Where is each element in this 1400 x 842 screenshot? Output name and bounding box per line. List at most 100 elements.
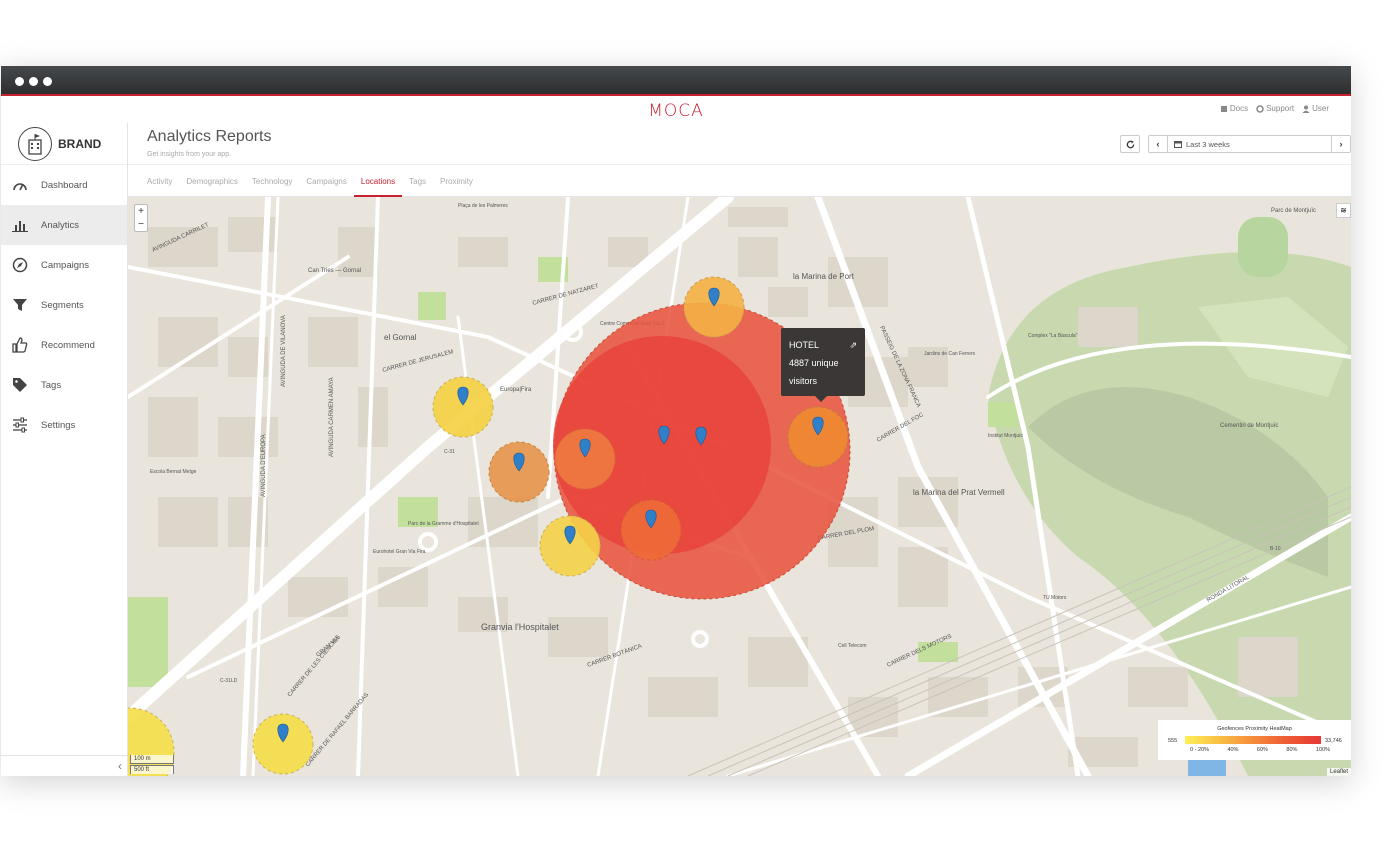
svg-text:CARRER DE LES CIÈNCIES: CARRER DE LES CIÈNCIES: [286, 634, 342, 699]
geofence-tooltip: HOTEL ⇗ 4887 unique visitors: [781, 328, 865, 402]
legend-tick: 100%: [1315, 747, 1330, 753]
tooltip-visitors-unit: visitors: [789, 376, 818, 386]
roundabout: [691, 630, 709, 648]
date-prev-button[interactable]: ‹: [1149, 136, 1168, 152]
filter-icon: [11, 296, 29, 314]
brand[interactable]: BRAND: [1, 123, 127, 165]
park-area: [1238, 217, 1288, 277]
sidebar-item-label: Campaigns: [41, 259, 90, 271]
page-header: Analytics Reports Get insights from your…: [128, 123, 1351, 165]
sidebar-collapse-button[interactable]: ‹: [1, 755, 128, 776]
svg-text:Cell Telecom: Cell Telecom: [838, 643, 867, 649]
sliders-icon: [11, 416, 29, 434]
sidebar-item-dashboard[interactable]: Dashboard: [1, 165, 127, 205]
legend-tick: 40%: [1227, 747, 1239, 753]
window-dot[interactable]: [43, 77, 52, 86]
sidebar-item-label: Dashboard: [41, 179, 88, 191]
sidebar-item-campaigns[interactable]: Campaigns: [1, 245, 127, 285]
legend-ticks: 0 - 20% 40% 60% 80% 100%: [1190, 747, 1330, 753]
tab-locations[interactable]: Locations: [353, 165, 403, 197]
moca-logo[interactable]: MOCA: [1, 101, 1351, 121]
legend-title: Geofences Proximity HeatMap: [1217, 726, 1292, 732]
tab-technology[interactable]: Technology: [245, 165, 299, 197]
sidebar: BRAND Dashboard Analytics Campaigns Segm…: [1, 123, 128, 776]
zoom-control: + −: [134, 204, 148, 232]
svg-text:AVINGUDA DE VILANOVA: AVINGUDA DE VILANOVA: [281, 315, 287, 387]
svg-text:AVINGUDA D'EUROPA: AVINGUDA D'EUROPA: [261, 434, 267, 497]
park-area: [988, 402, 1018, 427]
geofence-circle[interactable]: [554, 428, 616, 490]
zoom-out-button[interactable]: −: [135, 218, 147, 231]
refresh-icon: [1126, 139, 1134, 148]
legend-gradient: [1185, 736, 1321, 744]
heatmap-legend: Geofences Proximity HeatMap 555 33,746 0…: [1158, 720, 1351, 760]
geofence-circle[interactable]: [432, 376, 494, 438]
tab-proximity[interactable]: Proximity: [433, 165, 480, 197]
user-link[interactable]: User: [1302, 104, 1329, 113]
svg-text:Can Tries — Gornal: Can Tries — Gornal: [308, 268, 361, 274]
zoom-in-button[interactable]: +: [135, 205, 147, 218]
svg-text:TU Motors: TU Motors: [1043, 595, 1067, 601]
geofence-circle[interactable]: [787, 406, 849, 468]
svg-text:Cementiri de Montjuïc: Cementiri de Montjuïc: [1220, 423, 1278, 429]
external-link-icon[interactable]: ⇗: [849, 336, 857, 354]
geofence-circle[interactable]: [539, 515, 601, 577]
sidebar-item-tags[interactable]: Tags: [1, 365, 127, 405]
window-titlebar: [1, 66, 1351, 96]
tab-activity[interactable]: Activity: [140, 165, 179, 197]
legend-min: 555: [1168, 738, 1178, 744]
chevron-right-icon: ›: [1339, 139, 1343, 149]
compass-icon: [11, 256, 29, 274]
support-link[interactable]: Support: [1256, 104, 1294, 113]
svg-text:Parc de Montjuïc: Parc de Montjuïc: [1271, 208, 1316, 214]
layers-button[interactable]: ≋: [1336, 203, 1351, 218]
window-dot[interactable]: [15, 77, 24, 86]
sidebar-item-settings[interactable]: Settings: [1, 405, 127, 445]
speedometer-icon: [11, 176, 29, 194]
date-range-field[interactable]: Last 3 weeks: [1168, 136, 1331, 152]
date-range-label: Last 3 weeks: [1186, 139, 1230, 149]
thumbs-up-icon: [11, 336, 29, 354]
svg-text:C-31LD: C-31LD: [220, 678, 238, 684]
map-scale: 100 m 500 ft: [130, 754, 174, 774]
top-bar: MOCA Docs Support User: [1, 98, 1351, 123]
svg-text:la Marina de Port: la Marina de Port: [793, 272, 855, 281]
legend-tick: 80%: [1286, 747, 1298, 753]
sidebar-item-label: Segments: [41, 299, 84, 311]
svg-text:CARRER DE JERUSALEM: CARRER DE JERUSALEM: [382, 349, 454, 374]
sidebar-item-segments[interactable]: Segments: [1, 285, 127, 325]
geofence-circle[interactable]: [252, 713, 314, 775]
window-dot[interactable]: [29, 77, 38, 86]
geofence-circle[interactable]: [683, 276, 745, 338]
report-tabs: Activity Demographics Technology Campaig…: [128, 165, 1351, 197]
lifebuoy-icon: [1256, 104, 1264, 113]
date-range-picker[interactable]: ‹ Last 3 weeks ›: [1148, 135, 1351, 153]
browser-window: MOCA Docs Support User BRAND Dashboard A…: [1, 66, 1351, 776]
tooltip-visitors: 4887 unique: [789, 358, 839, 368]
docs-link[interactable]: Docs: [1220, 104, 1248, 113]
chevron-left-icon: ‹: [1156, 139, 1160, 149]
svg-text:el Gornal: el Gornal: [384, 333, 417, 342]
sidebar-item-analytics[interactable]: Analytics: [1, 205, 127, 245]
geofence-circle[interactable]: [620, 499, 682, 561]
page-title: Analytics Reports: [147, 128, 272, 145]
svg-text:Escola Bernat Metge: Escola Bernat Metge: [150, 469, 197, 475]
bar-chart-icon: [11, 216, 29, 234]
tab-demographics[interactable]: Demographics: [179, 165, 245, 197]
svg-text:B-10: B-10: [1270, 546, 1281, 552]
scale-imperial: 500 ft: [130, 765, 174, 774]
geofence-circle[interactable]: [488, 441, 550, 503]
date-next-button[interactable]: ›: [1331, 136, 1350, 152]
refresh-button[interactable]: [1120, 135, 1140, 153]
locations-map[interactable]: la Marina de Port el Gornal Granvia l'Ho…: [128, 197, 1351, 776]
tab-campaigns[interactable]: Campaigns: [299, 165, 353, 197]
map-attribution[interactable]: Leaflet: [1326, 768, 1351, 776]
scale-metric: 100 m: [130, 755, 174, 764]
legend-tick: 60%: [1256, 747, 1268, 753]
tab-tags[interactable]: Tags: [402, 165, 433, 197]
sidebar-item-recommend[interactable]: Recommend: [1, 325, 127, 365]
svg-text:la Marina del Prat Vermell: la Marina del Prat Vermell: [913, 488, 1005, 497]
roundabout: [418, 532, 438, 552]
svg-text:Complex "La Bàscula": Complex "La Bàscula": [1028, 333, 1078, 339]
map-canvas[interactable]: la Marina de Port el Gornal Granvia l'Ho…: [128, 197, 1351, 776]
